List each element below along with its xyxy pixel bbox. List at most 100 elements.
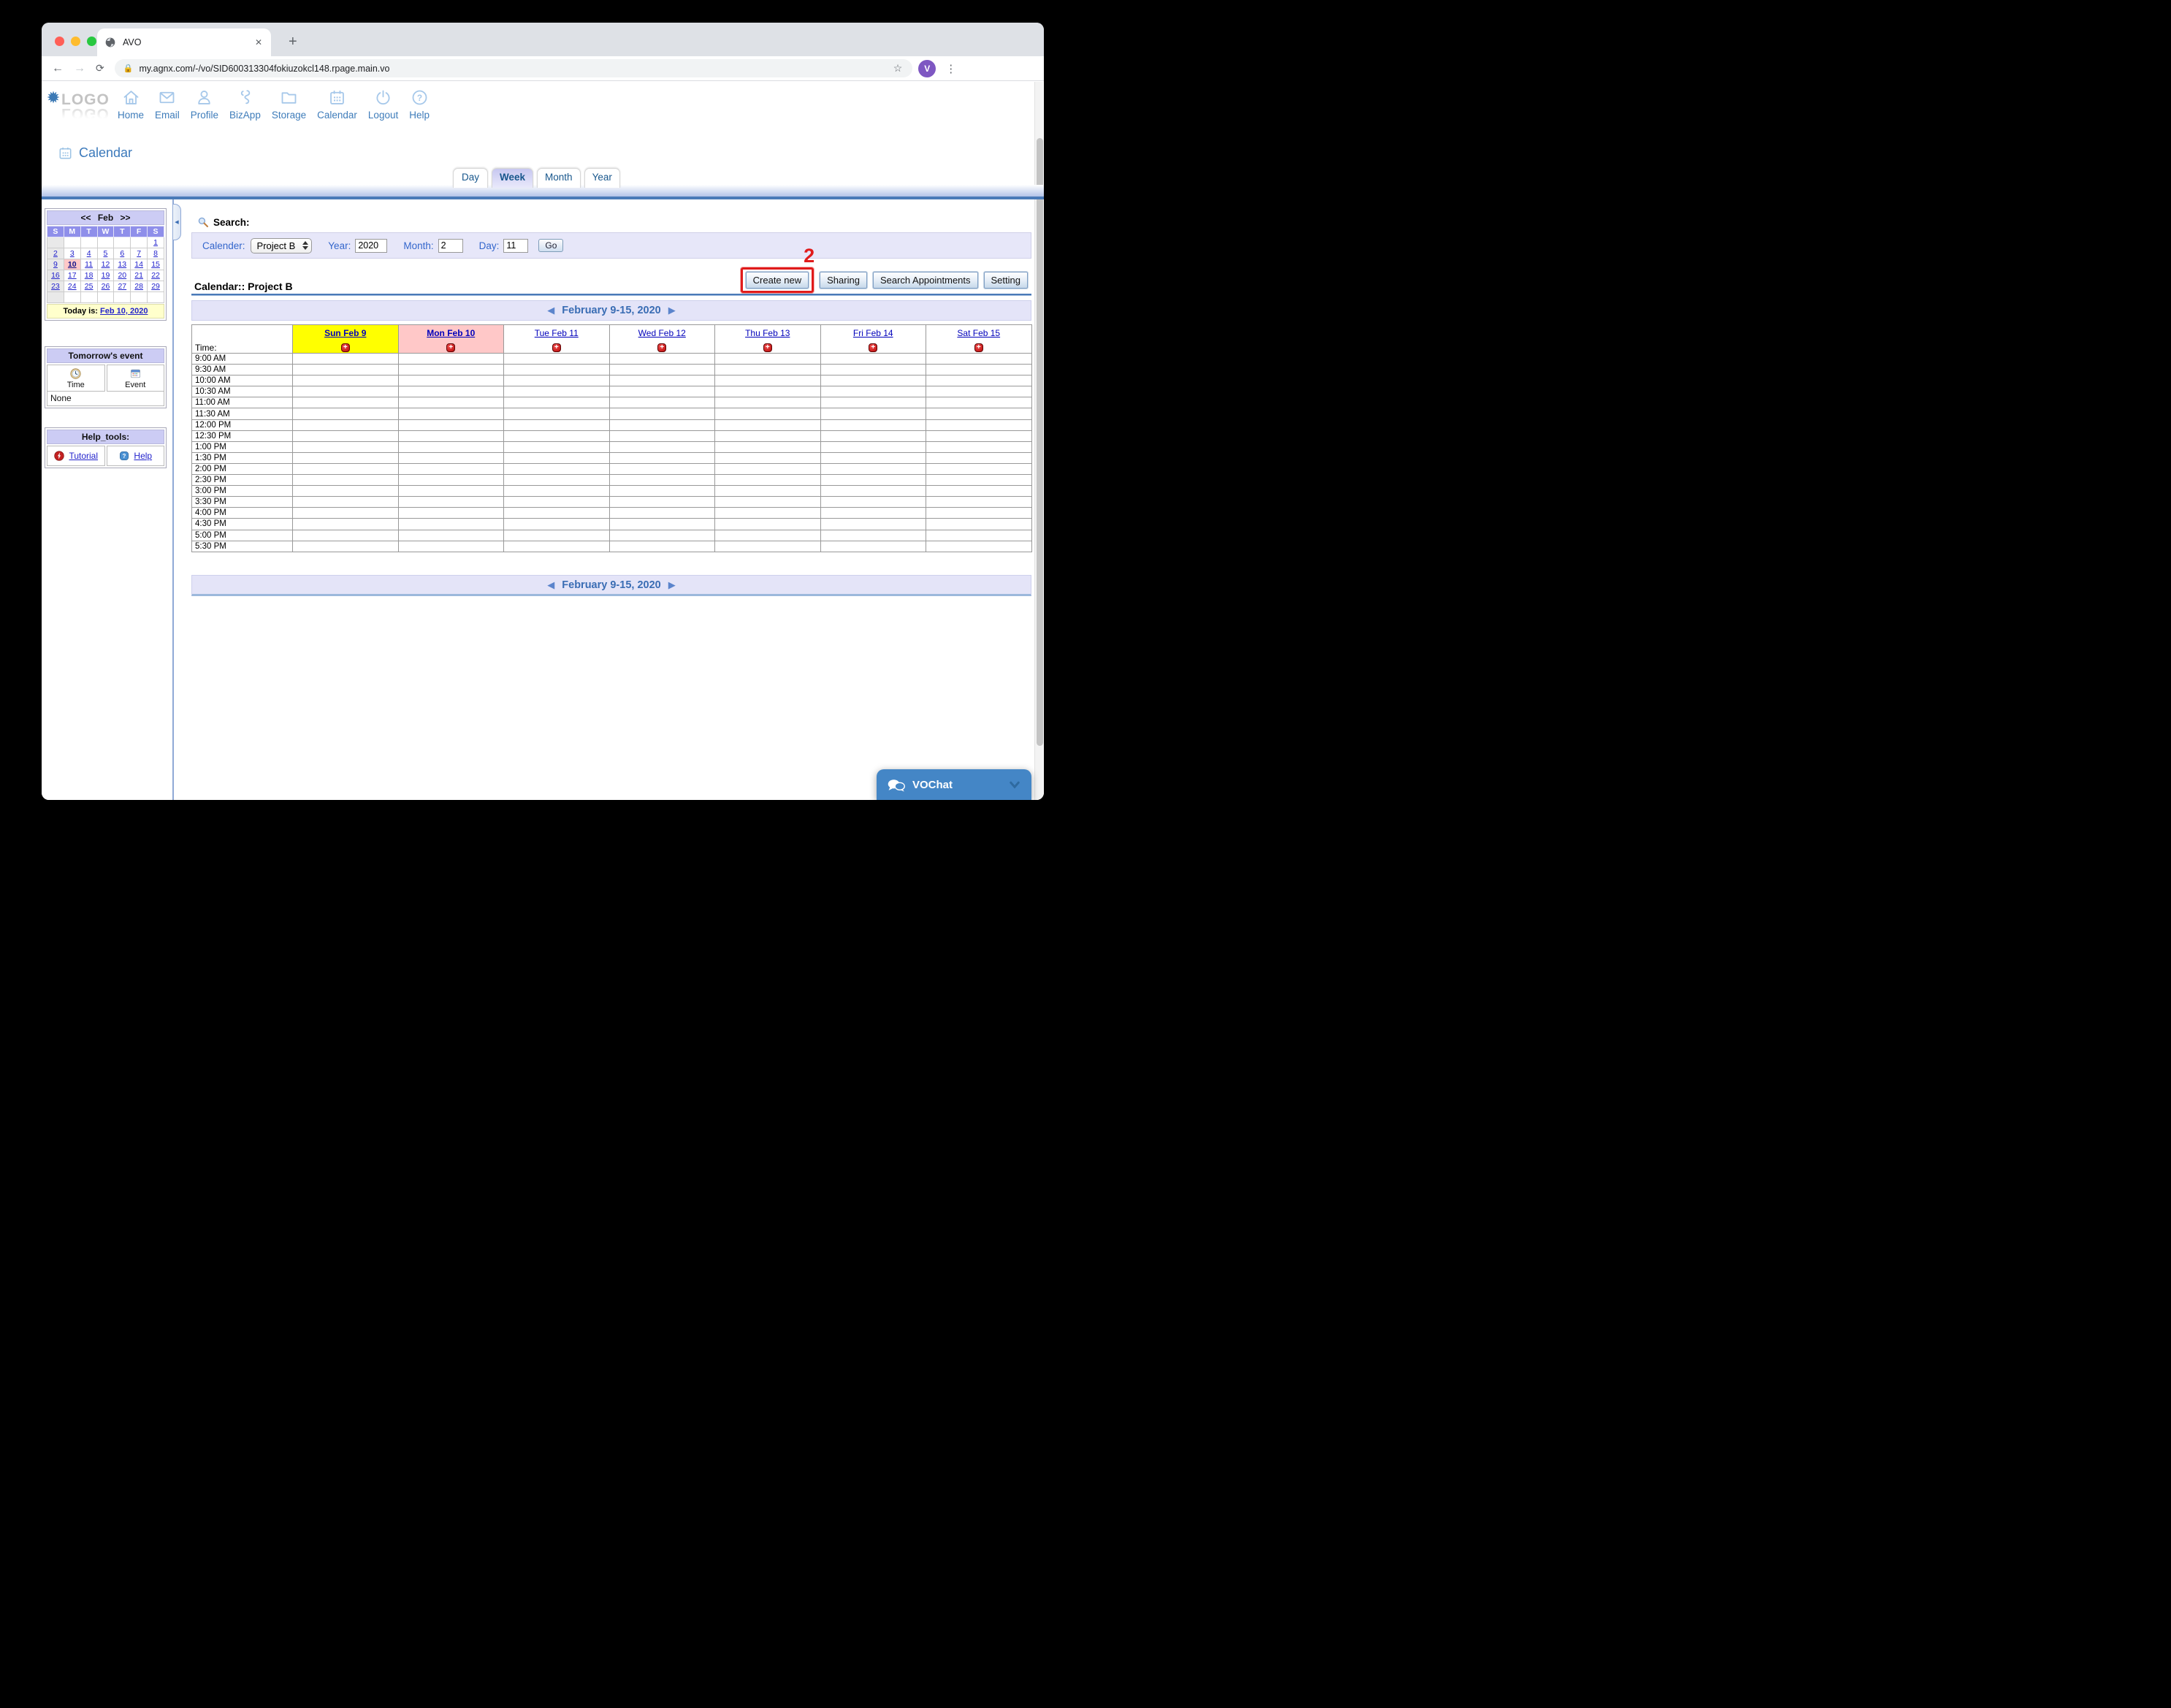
top-nav-calendar[interactable]: Calendar [317,88,357,121]
mini-calendar-day-28[interactable]: 28 [134,282,143,291]
sidebar-collapse-handle[interactable]: ◀ [173,204,181,240]
zoom-window-button[interactable] [87,37,96,46]
tutorial-link[interactable]: Tutorial [69,451,98,461]
mini-calendar-day-21[interactable]: 21 [134,271,143,280]
year-input[interactable] [355,239,387,253]
top-nav-help[interactable]: ?Help [409,88,430,121]
day-link-thu-feb-13[interactable]: Thu Feb 13 [745,328,790,338]
day-header-fri-feb-14: Fri Feb 14 + [820,325,926,354]
mini-calendar-day-4[interactable]: 4 [87,249,91,258]
mini-calendar-day-11[interactable]: 11 [85,260,93,269]
day-link-fri-feb-14[interactable]: Fri Feb 14 [853,328,893,338]
next-week-arrow-bottom[interactable]: ▶ [668,579,676,591]
mini-calendar-day-16[interactable]: 16 [51,271,60,280]
mini-calendar-day-20[interactable]: 20 [118,271,126,280]
back-button[interactable]: ← [52,62,64,75]
calendar-select[interactable]: Project B [251,238,313,253]
browser-menu-icon[interactable]: ⋮ [945,62,956,75]
close-tab-icon[interactable]: ✕ [253,37,264,47]
add-appointment-icon[interactable]: + [446,343,455,352]
time-slot [293,430,399,441]
mini-calendar-day-12[interactable]: 12 [102,260,110,269]
top-nav-storage[interactable]: Storage [272,88,306,121]
top-nav-profile[interactable]: Profile [191,88,218,121]
month-input[interactable] [438,239,463,253]
mini-calendar-next[interactable]: >> [121,213,131,223]
mini-calendar-day-13[interactable]: 13 [118,260,126,269]
mini-calendar-day-26[interactable]: 26 [102,282,110,291]
tab-month[interactable]: Month [537,168,581,188]
mini-calendar-day-25[interactable]: 25 [85,282,94,291]
mini-calendar-day-22[interactable]: 22 [151,271,160,280]
day-link-mon-feb-10[interactable]: Mon Feb 10 [427,328,475,338]
prev-week-arrow-top[interactable]: ◀ [547,305,554,316]
chevron-down-icon[interactable] [1008,780,1021,790]
mini-calendar-prev[interactable]: << [80,213,91,223]
top-nav-bizapp[interactable]: BizApp [229,88,261,121]
time-slot [609,375,715,386]
mini-calendar-day-6[interactable]: 6 [120,249,124,258]
mini-calendar-day-23[interactable]: 23 [51,282,60,291]
time-slot [504,430,610,441]
mini-calendar-day-29[interactable]: 29 [151,282,160,291]
add-appointment-icon[interactable]: + [657,343,666,352]
mini-calendar-day-cell [97,292,114,303]
vochat-widget[interactable]: VOChat [877,769,1031,800]
add-appointment-icon[interactable]: + [763,343,772,352]
reload-button[interactable]: ⟳ [96,62,104,75]
minimize-window-button[interactable] [71,37,80,46]
mini-calendar-day-9[interactable]: 9 [53,260,58,269]
top-nav-email[interactable]: Email [155,88,180,121]
mini-calendar-day-10[interactable]: 10 [68,260,77,269]
next-week-arrow-top[interactable]: ▶ [668,305,676,316]
prev-week-arrow-bottom[interactable]: ◀ [547,579,554,591]
address-bar[interactable]: 🔒 my.agnx.com/-/vo/SID600313304fokiuzokc… [115,59,912,77]
button-search-appointments[interactable]: Search Appointments [873,272,978,289]
top-nav-logout[interactable]: Logout [368,88,398,121]
mini-calendar-day-1[interactable]: 1 [153,238,158,247]
day-link-tue-feb-11[interactable]: Tue Feb 11 [535,328,579,338]
close-window-button[interactable] [55,37,64,46]
forward-button[interactable]: → [74,62,85,75]
mini-calendar-day-cell: 14 [131,259,148,270]
profile-avatar[interactable]: V [918,60,936,77]
scrollbar-thumb[interactable] [1037,138,1043,746]
week-grid: Time:Sun Feb 9+Mon Feb 10+Tue Feb 11+Wed… [191,324,1032,552]
add-appointment-icon[interactable]: + [552,343,561,352]
mini-calendar-day-19[interactable]: 19 [102,271,110,280]
day-link-wed-feb-12[interactable]: Wed Feb 12 [638,328,686,338]
mini-calendar-day-18[interactable]: 18 [85,271,94,280]
day-link-sun-feb-9[interactable]: Sun Feb 9 [324,328,366,338]
button-sharing[interactable]: Sharing [820,272,867,289]
page-title: Calendar [79,145,132,161]
tab-year[interactable]: Year [584,168,620,188]
today-link[interactable]: Feb 10, 2020 [100,307,148,316]
bookmark-star-icon[interactable]: ☆ [893,62,903,75]
day-input[interactable] [503,239,528,253]
mini-calendar-day-27[interactable]: 27 [118,282,126,291]
mini-calendar-day-24[interactable]: 24 [68,282,77,291]
mini-calendar-day-7[interactable]: 7 [137,249,141,258]
add-appointment-icon[interactable]: + [974,343,983,352]
mini-calendar-day-15[interactable]: 15 [151,260,160,269]
tab-week[interactable]: Week [492,168,533,188]
new-tab-button[interactable]: + [289,31,297,52]
top-nav-home[interactable]: Home [118,88,144,121]
mini-calendar-day-8[interactable]: 8 [153,249,158,258]
go-button[interactable]: Go [538,239,563,252]
mini-calendar-day-17[interactable]: 17 [68,271,77,280]
mini-calendar-day-5[interactable]: 5 [104,249,108,258]
add-appointment-icon[interactable]: + [341,343,350,352]
mini-calendar-day-14[interactable]: 14 [134,260,143,269]
browser-tab[interactable]: AVO ✕ [97,28,271,56]
mini-calendar-day-3[interactable]: 3 [70,249,75,258]
button-create-new[interactable]: Create new [746,272,809,289]
window-controls[interactable] [55,37,96,46]
day-link-sat-feb-15[interactable]: Sat Feb 15 [957,328,1000,338]
add-appointment-icon[interactable]: + [869,343,877,352]
button-setting[interactable]: Setting [984,272,1028,289]
top-nav-label-profile: Profile [191,110,218,121]
mini-calendar-day-2[interactable]: 2 [53,249,58,258]
tab-day[interactable]: Day [453,168,488,188]
help-link[interactable]: Help [134,451,152,461]
